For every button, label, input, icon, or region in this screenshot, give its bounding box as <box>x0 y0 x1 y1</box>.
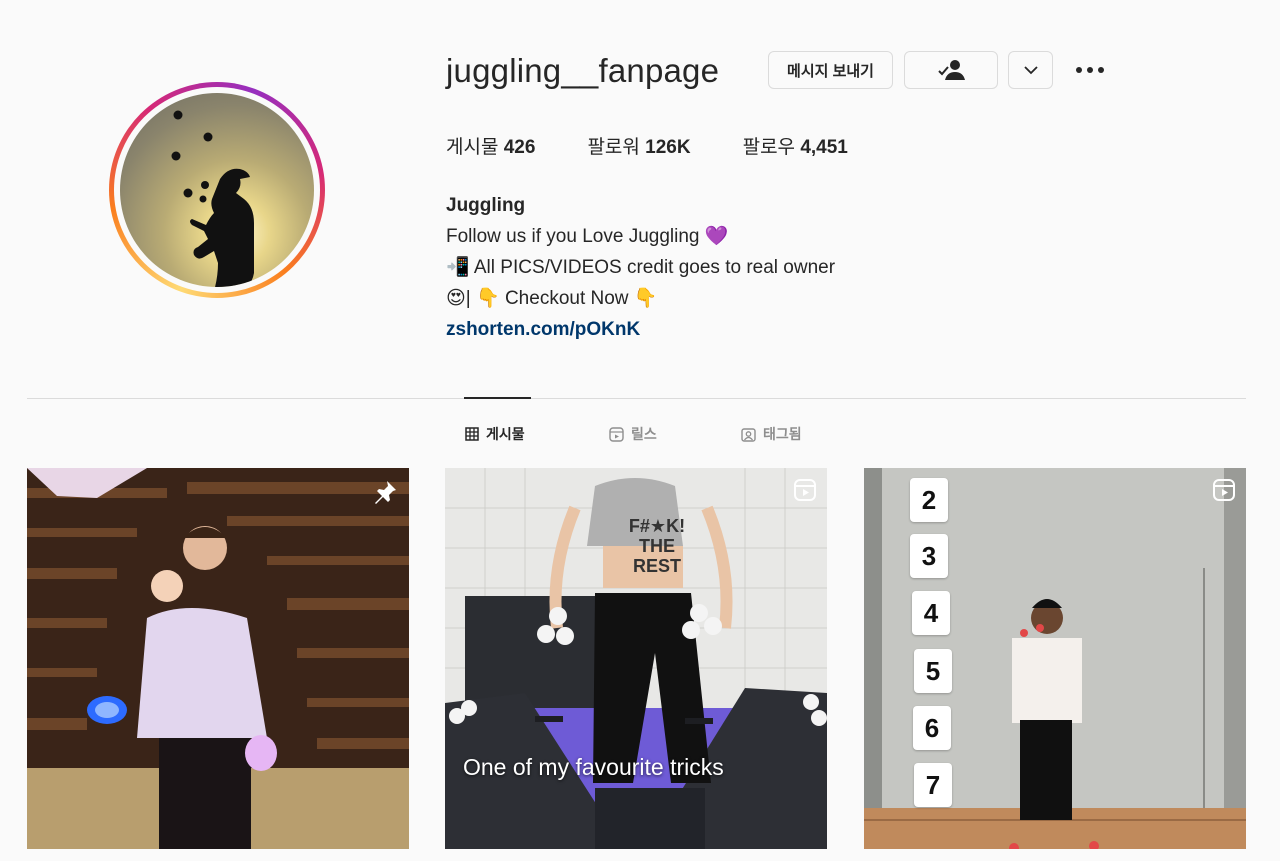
reel-indicator <box>793 478 817 507</box>
tab-posts[interactable]: 게시물 <box>465 424 525 444</box>
followers-value: 126K <box>645 137 691 158</box>
post-tile[interactable] <box>27 468 409 849</box>
active-tab-indicator <box>464 397 531 399</box>
tab-tagged-label: 태그됨 <box>763 426 802 442</box>
number-card: 2 <box>910 478 948 522</box>
shirt-text-line: F#★K! <box>628 516 686 536</box>
followers-count[interactable]: 팔로워 126K <box>587 132 690 159</box>
bio-link[interactable]: zshorten.com/pOKnK <box>446 314 835 345</box>
number-card: 6 <box>913 706 951 750</box>
username: juggling__fanpage <box>446 52 720 89</box>
post-tile[interactable]: F#★K! THE REST One of my favourite trick… <box>445 468 827 849</box>
following-value: 4,451 <box>800 137 848 158</box>
posts-count: 게시물 426 <box>446 132 535 159</box>
shirt-text-line: THE <box>639 536 675 556</box>
avatar-juggler-silhouette <box>171 110 254 287</box>
shirt-text-line: REST <box>632 556 681 576</box>
tab-reels-label: 릴스 <box>631 426 657 442</box>
number-card: 7 <box>914 763 952 807</box>
bio-name: Juggling <box>446 195 526 216</box>
tabs-divider <box>27 398 1246 399</box>
profile-bio: Juggling Follow us if you Love Juggling … <box>446 190 835 345</box>
reels-icon <box>609 426 624 442</box>
tab-tagged[interactable]: 태그됨 <box>741 424 802 444</box>
profile-stats: 게시물 426 팔로워 126K 팔로우 4,451 <box>446 132 900 159</box>
chevron-down-icon <box>1023 66 1038 75</box>
story-ring[interactable] <box>109 82 325 298</box>
post-caption: One of my favourite tricks <box>463 754 724 780</box>
tagged-icon <box>741 427 756 442</box>
message-button[interactable]: 메시지 보내기 <box>768 51 893 89</box>
post-image-juggler-lights <box>27 468 409 849</box>
more-dots-icon <box>1076 67 1104 73</box>
following-count[interactable]: 팔로우 4,451 <box>743 132 848 159</box>
shirt-print: F#★K! THE REST <box>607 516 707 576</box>
following-button[interactable] <box>904 51 998 89</box>
post-tile[interactable]: 2 3 4 5 6 7 <box>864 468 1246 849</box>
posts-value: 426 <box>503 137 536 158</box>
tab-reels[interactable]: 릴스 <box>609 424 657 444</box>
reels-icon <box>794 479 816 501</box>
number-card: 4 <box>912 591 950 635</box>
bio-line-2: 📲 All PICS/VIDEOS credit goes to real ow… <box>446 257 836 278</box>
following-check-icon <box>938 60 965 80</box>
number-card: 5 <box>914 649 952 693</box>
pinned-post-indicator <box>371 478 399 511</box>
posts-label: 게시물 <box>446 137 499 158</box>
bio-line-1: Follow us if you Love Juggling 💜 <box>446 226 729 247</box>
pin-icon <box>375 481 396 504</box>
avatar[interactable] <box>120 93 314 287</box>
tab-posts-label: 게시물 <box>486 426 525 442</box>
bio-line-3: 😍| 👇 Checkout Now 👇 <box>446 288 658 309</box>
grid-icon <box>465 427 479 441</box>
reel-indicator <box>1212 478 1236 507</box>
number-card: 3 <box>910 534 948 578</box>
following-label: 팔로우 <box>742 137 796 158</box>
suggested-accounts-button[interactable] <box>1008 51 1053 89</box>
reels-icon <box>1213 479 1235 501</box>
more-options-button[interactable] <box>1072 58 1108 82</box>
followers-label: 팔로워 <box>587 137 640 158</box>
